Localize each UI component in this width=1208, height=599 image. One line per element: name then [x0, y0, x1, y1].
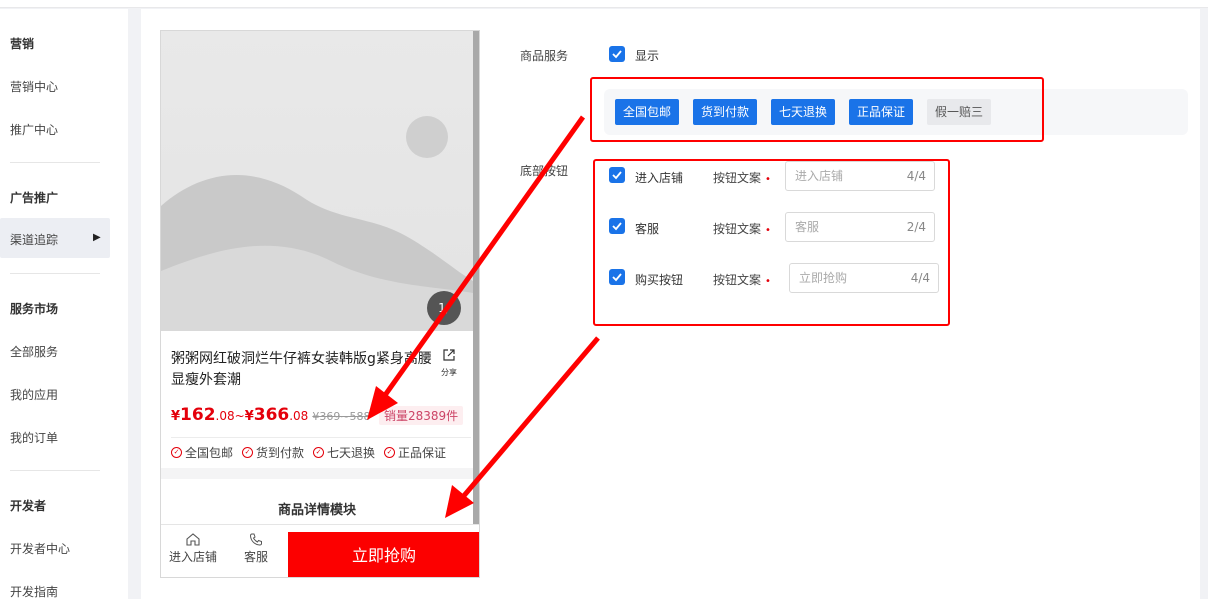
annotation-arrows [367, 115, 600, 518]
arrow-icon [445, 336, 600, 518]
arrow-icon [367, 115, 586, 420]
